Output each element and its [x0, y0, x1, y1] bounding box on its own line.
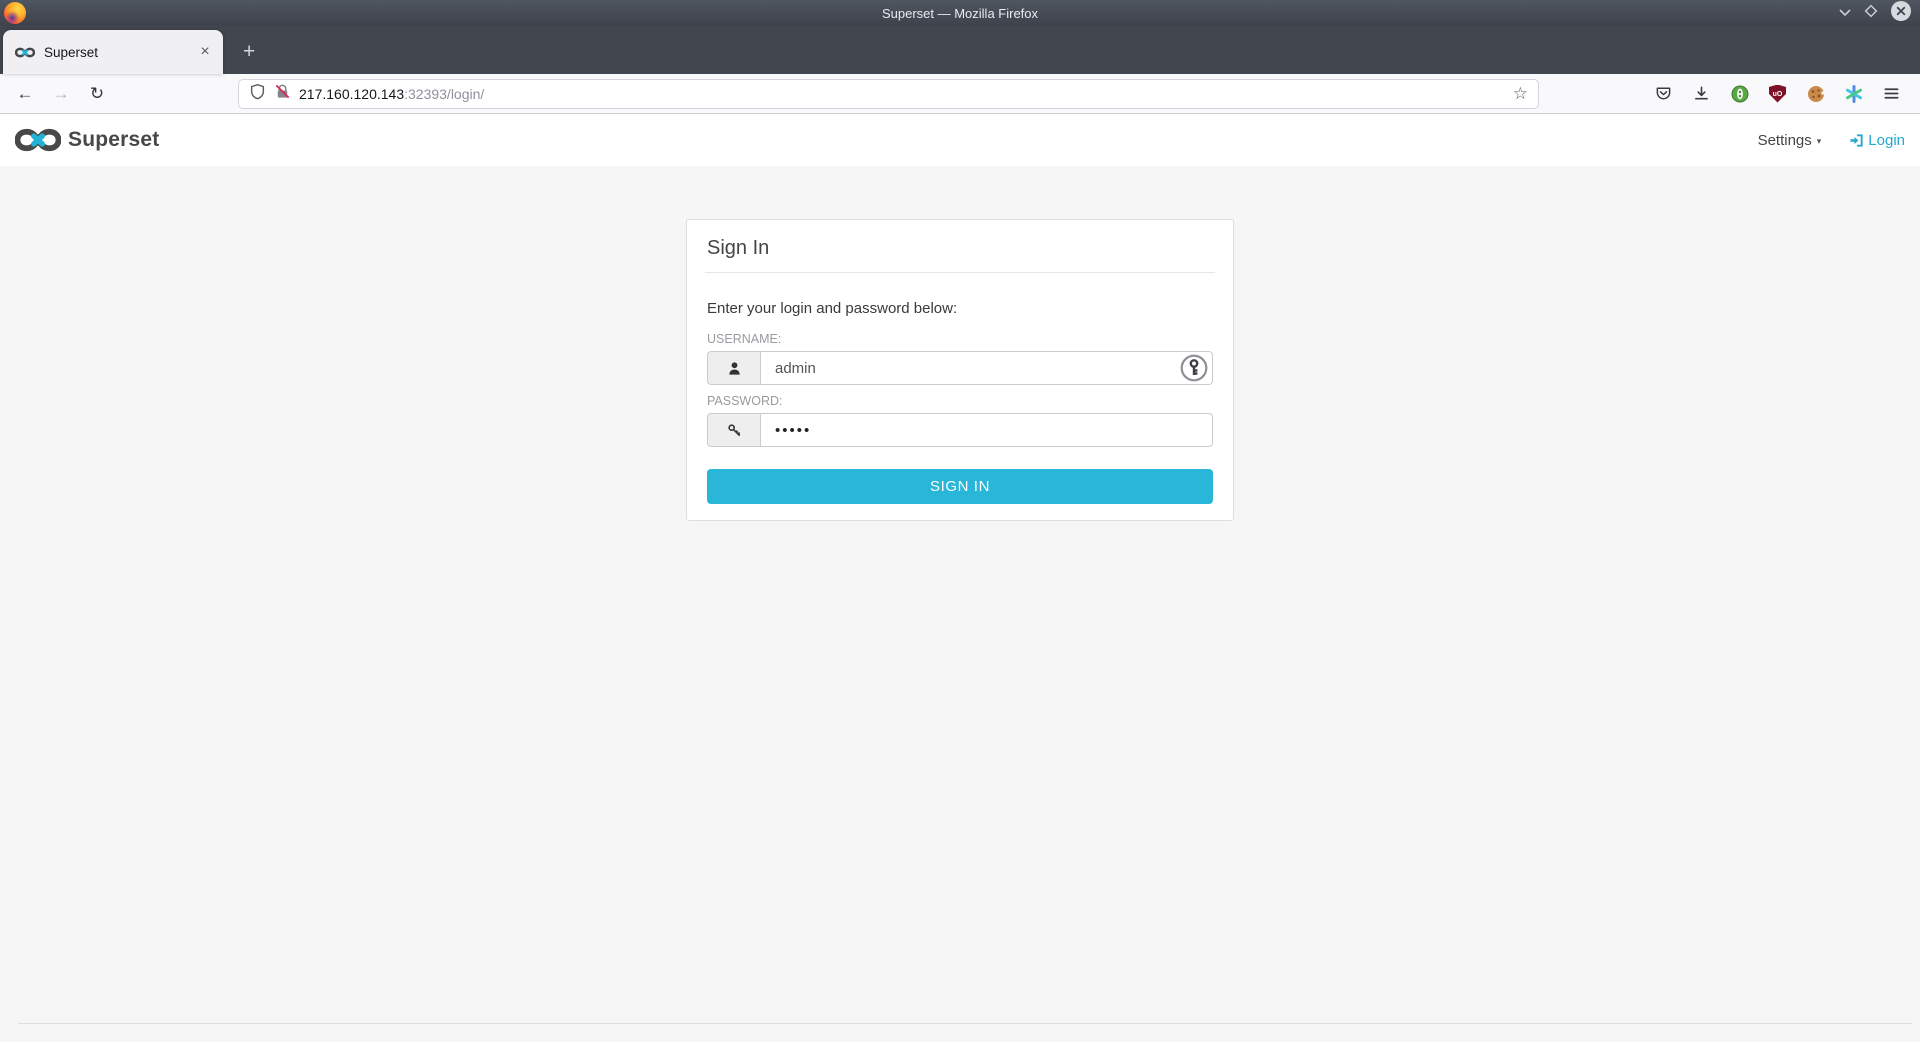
window-close-icon[interactable]	[1890, 0, 1912, 27]
signin-instruction: Enter your login and password below:	[707, 300, 1213, 317]
key-addon	[707, 413, 760, 447]
back-button[interactable]: ←	[12, 81, 38, 107]
extension-green-icon[interactable]	[1727, 81, 1752, 106]
user-icon	[727, 361, 742, 376]
brand-title: Superset	[68, 128, 159, 152]
sign-in-button[interactable]: SIGN IN	[707, 469, 1213, 504]
bookmark-star-icon[interactable]: ☆	[1513, 84, 1528, 104]
url-path: :32393/login/	[404, 86, 484, 102]
password-input[interactable]	[760, 413, 1213, 447]
tab-close-icon[interactable]: ×	[195, 42, 215, 62]
menu-hamburger-icon[interactable]	[1879, 81, 1904, 106]
chevron-down-icon: ▾	[1817, 134, 1822, 147]
toolbar-extensions: uO	[1651, 81, 1904, 106]
window-title: Superset — Mozilla Firefox	[0, 6, 1920, 21]
reload-button[interactable]: ↻	[84, 81, 110, 107]
url-host: 217.160.120.143	[299, 86, 404, 102]
superset-favicon-icon	[15, 47, 35, 58]
password-label: PASSWORD:	[707, 394, 1213, 408]
key-icon	[727, 423, 742, 438]
new-tab-button[interactable]: +	[231, 30, 267, 74]
window-minimize-icon[interactable]	[1838, 4, 1852, 22]
window-maximize-icon[interactable]	[1864, 4, 1878, 23]
superset-logo-icon	[15, 128, 61, 152]
superset-brand[interactable]: Superset	[15, 128, 159, 152]
url-bar[interactable]: 217.160.120.143:32393/login/ ☆	[238, 79, 1539, 109]
signin-form: Enter your login and password below: USE…	[687, 273, 1233, 520]
window-titlebar: Superset — Mozilla Firefox	[0, 0, 1920, 26]
ublock-origin-icon[interactable]: uO	[1765, 81, 1790, 106]
tab-strip: Superset × +	[0, 26, 1920, 74]
forward-button: →	[48, 81, 74, 107]
username-input[interactable]	[760, 351, 1213, 385]
tracking-shield-icon[interactable]	[249, 83, 266, 105]
signin-panel: Sign In Enter your login and password be…	[686, 219, 1234, 521]
tab-label: Superset	[44, 45, 195, 60]
password-group	[707, 413, 1213, 447]
login-link[interactable]: Login	[1849, 132, 1905, 149]
site-header: Superset Settings ▾ Login	[0, 114, 1920, 166]
cookie-extension-icon[interactable]	[1803, 81, 1828, 106]
settings-label: Settings	[1758, 132, 1812, 149]
site-nav-links: Settings ▾ Login	[1758, 132, 1905, 149]
tab-superset[interactable]: Superset ×	[3, 30, 223, 74]
pocket-icon[interactable]	[1651, 81, 1676, 106]
sign-in-icon	[1849, 133, 1864, 148]
page-footer	[18, 1023, 1912, 1042]
insecure-lock-icon[interactable]	[274, 83, 291, 105]
username-group	[707, 351, 1213, 385]
signin-title: Sign In	[687, 220, 1233, 272]
downloads-icon[interactable]	[1689, 81, 1714, 106]
login-label: Login	[1868, 132, 1905, 149]
autofill-key-icon[interactable]	[1180, 354, 1208, 382]
username-label: USERNAME:	[707, 332, 1213, 346]
page-content: Sign In Enter your login and password be…	[0, 166, 1920, 1042]
window-controls	[1838, 0, 1912, 26]
extension-asterisk-icon[interactable]	[1841, 81, 1866, 106]
user-addon	[707, 351, 760, 385]
url-text: 217.160.120.143:32393/login/	[299, 86, 484, 102]
settings-menu[interactable]: Settings ▾	[1758, 132, 1822, 149]
browser-toolbar: ← → ↻ 217.160.120.143:32393/login/ ☆ uO	[0, 74, 1920, 114]
